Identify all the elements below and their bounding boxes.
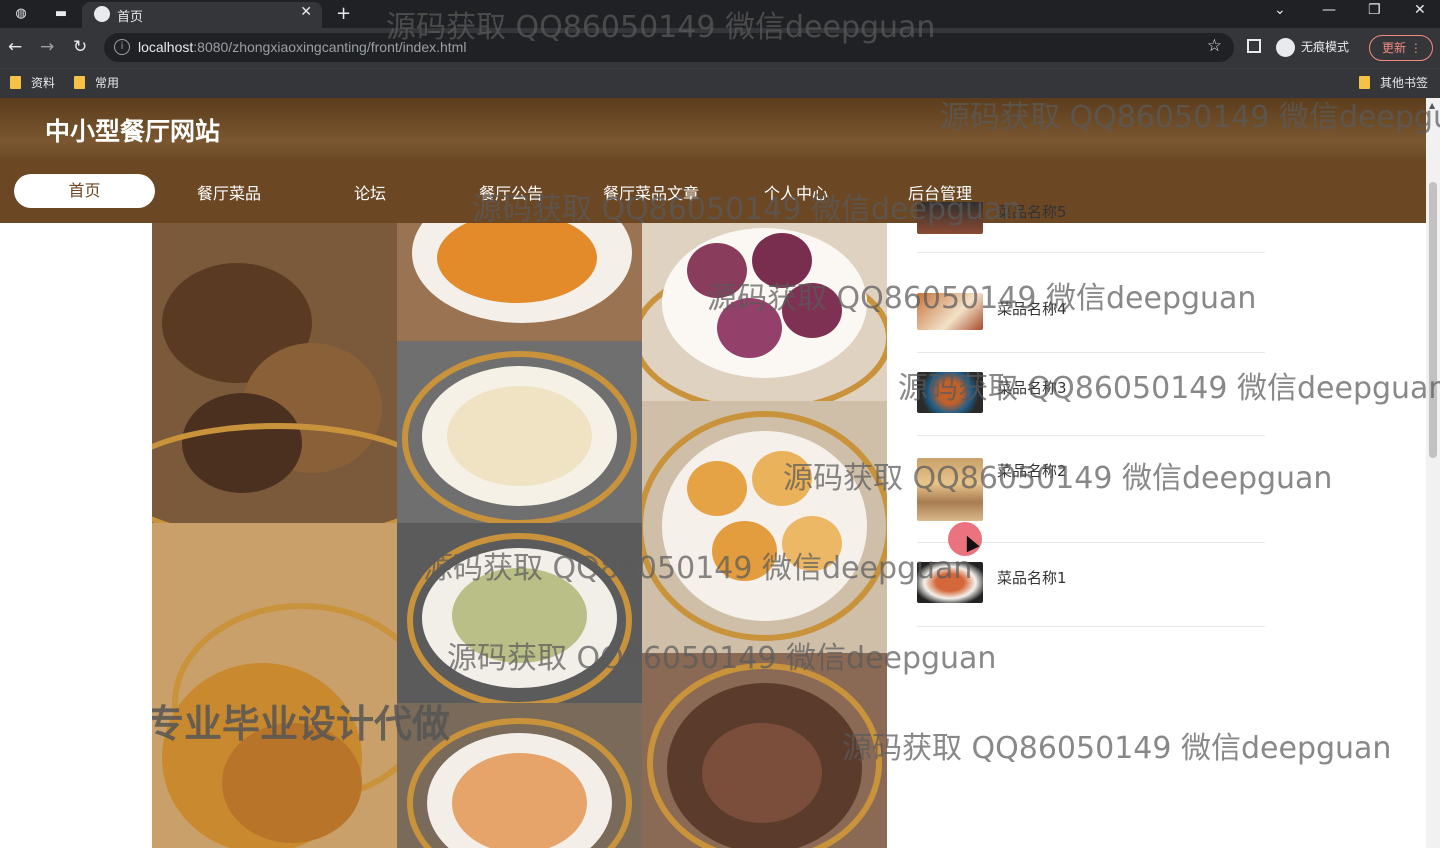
- bookmark-star-icon[interactable]: ☆: [1207, 36, 1222, 56]
- dish-title: 菜品名称1: [997, 569, 1067, 587]
- banner-overlay-text: 专业毕业设计代做: [152, 702, 451, 746]
- nav-item-home[interactable]: 首页: [14, 174, 155, 208]
- globe-icon[interactable]: ◍: [12, 5, 30, 23]
- bookmark-folder-changyong[interactable]: 常用: [74, 74, 119, 91]
- dish-title: 菜品名称3: [997, 379, 1067, 397]
- folder-icon: [1359, 76, 1370, 89]
- reload-icon[interactable]: ↻: [73, 37, 87, 57]
- address-bar[interactable]: i localhost:8080/zhongxiaoxingcanting/fr…: [104, 33, 1234, 62]
- nav-item-dishes[interactable]: 餐厅菜品: [197, 180, 261, 204]
- food-image: [152, 523, 397, 848]
- dish-thumbnail: [917, 293, 983, 330]
- nav-item-forum[interactable]: 论坛: [354, 180, 386, 204]
- tab-title: 首页: [117, 10, 144, 25]
- forward-icon[interactable]: →: [40, 37, 54, 57]
- restore-icon[interactable]: ❐: [1368, 2, 1381, 18]
- site-header: 中小型餐厅网站: [0, 98, 1426, 160]
- url-text[interactable]: localhost:8080/zhongxiaoxingcanting/fron…: [138, 39, 466, 55]
- side-panel-icon[interactable]: [1247, 39, 1261, 53]
- incognito-indicator[interactable]: 无痕模式: [1276, 38, 1349, 57]
- nav-item-articles[interactable]: 餐厅菜品文章: [603, 180, 699, 204]
- bookmark-folder-ziliao[interactable]: 资料: [10, 74, 55, 91]
- bookmark-folder-other[interactable]: 其他书签: [1359, 74, 1428, 91]
- scroll-up-icon[interactable]: ▲: [1429, 101, 1435, 110]
- site-info-icon[interactable]: i: [114, 39, 130, 55]
- update-button[interactable]: 更新 ⋮: [1369, 35, 1433, 61]
- food-image: [152, 223, 397, 523]
- browser-toolbar: ← → ↻ i localhost:8080/zhongxiaoxingcant…: [0, 28, 1440, 68]
- folder-icon: [74, 76, 85, 89]
- list-item[interactable]: 菜品名称5: [917, 198, 1265, 253]
- food-image: [642, 401, 887, 653]
- list-item[interactable]: 菜品名称3: [917, 353, 1265, 436]
- nav-item-announcements[interactable]: 餐厅公告: [479, 180, 543, 204]
- dish-title: 菜品名称4: [997, 300, 1067, 318]
- banner-carousel[interactable]: 专业毕业设计代做: [152, 223, 887, 848]
- close-window-icon[interactable]: ✕: [1414, 2, 1426, 18]
- minimize-icon[interactable]: —: [1322, 2, 1336, 18]
- tab-list-chevron-icon[interactable]: ⌄: [1274, 2, 1286, 18]
- close-tab-icon[interactable]: ✕: [300, 4, 312, 20]
- food-image: [397, 223, 642, 341]
- dish-thumbnail: [917, 202, 983, 234]
- list-item[interactable]: 菜品名称4: [917, 253, 1265, 353]
- food-image: [397, 341, 642, 523]
- dish-thumbnail: [917, 458, 983, 521]
- food-image: [397, 523, 642, 703]
- food-image: [642, 653, 887, 848]
- watermark: 源码获取 QQ86050149 微信deepguan: [842, 731, 1392, 766]
- dish-title: 菜品名称2: [997, 462, 1067, 480]
- dish-thumbnail: [917, 562, 983, 603]
- back-icon[interactable]: ←: [8, 37, 22, 57]
- bookmarks-bar: 资料 常用 其他书签: [0, 68, 1440, 98]
- incognito-icon: [1276, 38, 1295, 57]
- scrollbar-thumb[interactable]: [1429, 182, 1437, 458]
- browser-tab-strip: ◍ ▬ 首页 ✕ + ⌄ — ❐ ✕: [0, 0, 1440, 28]
- dish-thumbnail: [917, 372, 983, 413]
- dish-title: 菜品名称5: [997, 203, 1067, 221]
- folder-icon: [10, 76, 21, 89]
- list-item[interactable]: 菜品名称1: [917, 543, 1265, 627]
- site-title: 中小型餐厅网站: [45, 117, 221, 146]
- new-tab-icon[interactable]: +: [336, 3, 351, 24]
- food-image: [642, 223, 887, 401]
- tab-favicon-icon: [94, 6, 110, 22]
- nav-item-profile[interactable]: 个人中心: [764, 180, 828, 204]
- page-scrollbar[interactable]: ▲: [1426, 98, 1440, 848]
- browser-tab[interactable]: 首页 ✕: [82, 2, 322, 28]
- tab-search-icon[interactable]: ▬: [52, 5, 70, 23]
